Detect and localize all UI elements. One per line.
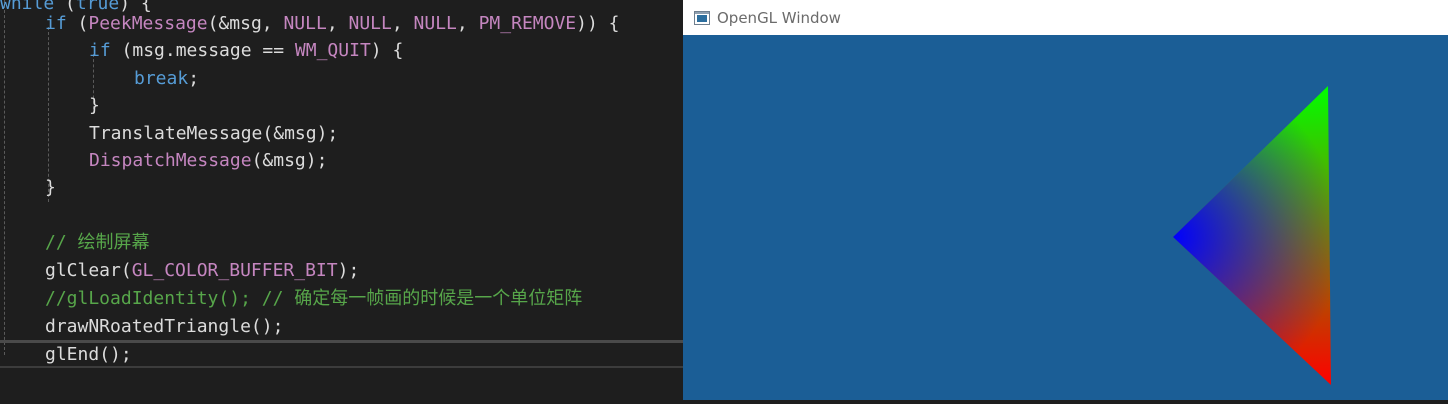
code-token: } [45, 177, 56, 198]
code-line[interactable]: break; [134, 65, 199, 92]
code-token: (); [250, 316, 284, 337]
code-token: PM_REMOVE [478, 13, 577, 34]
window-titlebar[interactable]: OpenGL Window [683, 0, 1448, 35]
code-token: , [391, 13, 414, 34]
code-token: (&msg); [262, 123, 339, 144]
code-line[interactable]: if (msg.message == WM_QUIT) { [89, 37, 403, 64]
code-token: ) { [370, 40, 404, 61]
code-token: TranslateMessage [89, 123, 263, 144]
code-line[interactable]: //glLoadIdentity(); // 确定每一帧画的时候是一个单位矩阵 [45, 285, 582, 312]
code-token: glClear [45, 260, 121, 281]
code-token: GL_COLOR_BUFFER_BIT [131, 260, 338, 281]
code-token: if [89, 40, 111, 61]
code-token: } [89, 95, 100, 116]
code-token: , [326, 13, 349, 34]
code-token: (msg.message == [110, 40, 295, 61]
code-line[interactable]: if (PeekMessage(&msg, NULL, NULL, NULL, … [45, 10, 620, 37]
code-token: //glLoadIdentity(); // 确定每一帧画的时候是一个单位矩阵 [45, 288, 583, 309]
code-line[interactable]: TranslateMessage(&msg); [89, 120, 338, 147]
current-line-highlight-bottom [0, 366, 683, 368]
code-line[interactable]: drawNRoatedTriangle(); [45, 313, 283, 340]
code-line[interactable]: DispatchMessage(&msg); [89, 147, 327, 174]
code-token: ; [188, 68, 200, 89]
code-token: NULL [283, 13, 327, 34]
code-token: )) { [576, 13, 620, 34]
code-token: NULL [413, 13, 457, 34]
window-app-icon[interactable] [694, 10, 710, 25]
code-line[interactable]: // 绘制屏幕 [45, 229, 150, 256]
code-token: // 绘制屏幕 [45, 232, 150, 253]
code-token: break [134, 68, 189, 89]
code-token: ( [120, 260, 132, 281]
code-token: ( [66, 13, 89, 34]
code-line[interactable]: glEnd(); [45, 341, 132, 368]
code-token: (&msg, [207, 13, 284, 34]
code-token: NULL [348, 13, 392, 34]
code-token: ); [337, 260, 360, 281]
code-token: WM_QUIT [294, 40, 371, 61]
code-editor[interactable]: while (true) { if (PeekMessage(&msg, NUL… [0, 0, 683, 400]
gl-canvas[interactable] [683, 35, 1448, 400]
code-token: (&msg); [251, 150, 328, 171]
indent-guide-1 [4, 0, 5, 355]
render-surface [1173, 86, 1331, 385]
code-token: glEnd [45, 344, 100, 365]
code-token: if [45, 13, 67, 34]
code-line[interactable]: glClear(GL_COLOR_BUFFER_BIT); [45, 257, 359, 284]
code-line[interactable]: } [89, 92, 100, 119]
opengl-window[interactable]: OpenGL Window [683, 0, 1448, 400]
triangle-blue-blend [1173, 86, 1331, 385]
window-title: OpenGL Window [717, 8, 841, 27]
code-token: DispatchMessage [89, 150, 252, 171]
code-token: , [456, 13, 479, 34]
code-token: (); [99, 344, 132, 365]
code-token: PeekMessage [88, 13, 208, 34]
code-line[interactable]: } [45, 174, 56, 201]
code-token: drawNRoatedTriangle [45, 316, 251, 337]
